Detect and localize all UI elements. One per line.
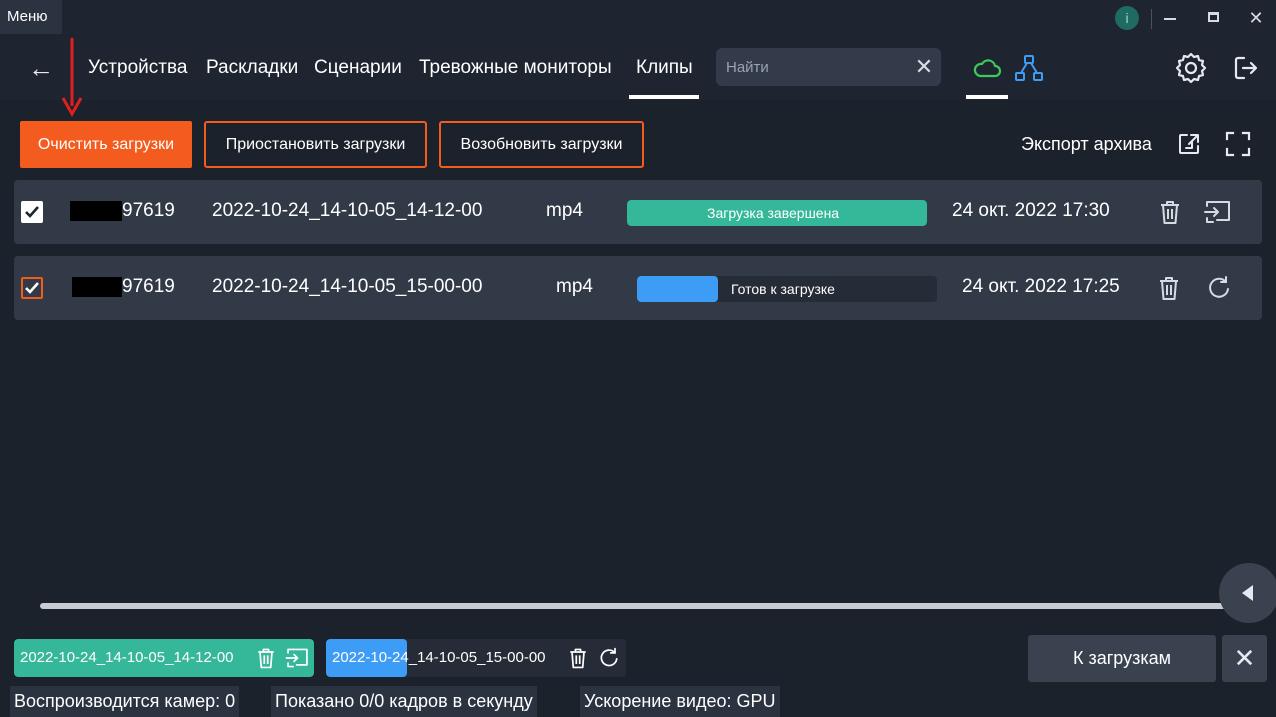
retry-icon[interactable]: [1206, 274, 1232, 302]
download-status: Готов к загрузке: [731, 281, 835, 297]
camera-id: 97619: [122, 200, 175, 221]
to-downloads-button[interactable]: К загрузкам: [1028, 635, 1216, 682]
retry-icon[interactable]: [597, 646, 621, 670]
network-icon[interactable]: [1014, 54, 1044, 82]
export-archive-button[interactable]: Экспорт архива: [1021, 132, 1171, 156]
search-box: [716, 48, 941, 86]
download-progress: Загрузка завершена: [627, 200, 927, 226]
progress-fill: [637, 276, 718, 302]
export-icon[interactable]: [1177, 132, 1201, 156]
trash-icon[interactable]: [566, 646, 590, 670]
status-fps: Показано 0/0 кадров в секунду: [271, 686, 537, 717]
chip-filename: 2022-10-24_14-10-05_15-00-00: [332, 649, 546, 666]
gear-icon[interactable]: [1174, 51, 1208, 85]
download-progress: Готов к загрузке: [637, 276, 937, 302]
tab-layouts[interactable]: Раскладки: [206, 56, 298, 80]
clip-format: mp4: [556, 276, 593, 297]
cloud-icon[interactable]: [972, 54, 1002, 82]
status-acceleration: Ускорение видео: GPU: [580, 686, 780, 717]
logout-icon[interactable]: [1232, 54, 1260, 82]
clip-filename: 2022-10-24_14-10-05_15-00-00: [212, 276, 483, 297]
check-icon: [25, 282, 39, 294]
minimize-icon[interactable]: [1164, 18, 1176, 20]
close-panel-icon[interactable]: ✕: [1222, 635, 1267, 682]
trash-icon[interactable]: [1156, 274, 1182, 302]
redacted-camera-name: [72, 277, 122, 297]
maximize-icon[interactable]: [1208, 12, 1219, 22]
check-icon: [25, 206, 39, 218]
download-status: Загрузка завершена: [707, 205, 840, 221]
clip-format: mp4: [546, 200, 583, 221]
chevron-left-icon: [1242, 585, 1253, 601]
annotation-arrow: [61, 38, 83, 118]
clip-date: 24 окт. 2022 17:25: [962, 276, 1120, 297]
status-cameras: Воспроизводится камер: 0: [10, 686, 240, 717]
chip-filename: 2022-10-24_14-10-05_14-12-00: [20, 649, 234, 666]
fullscreen-icon[interactable]: [1225, 131, 1251, 157]
download-chip[interactable]: 2022-10-24_14-10-05_14-12-00: [14, 639, 314, 677]
horizontal-scrollbar[interactable]: [40, 603, 1258, 609]
window-close-icon[interactable]: ✕: [1246, 8, 1266, 28]
row-checkbox[interactable]: [21, 277, 43, 299]
info-icon[interactable]: i: [1115, 6, 1139, 30]
redacted-camera-name: [70, 201, 122, 221]
clear-downloads-button[interactable]: Очистить загрузки: [20, 121, 192, 168]
pause-downloads-button[interactable]: Приостановить загрузки: [204, 121, 427, 168]
open-in-player-icon[interactable]: [284, 646, 311, 670]
trash-icon[interactable]: [1157, 198, 1183, 226]
open-in-player-icon[interactable]: [1203, 198, 1233, 226]
download-chip[interactable]: 2022-10-24_14-10-05_15-00-00: [326, 639, 626, 677]
search-input[interactable]: [726, 48, 906, 86]
camera-id: 97619: [122, 276, 175, 297]
clip-date: 24 окт. 2022 17:30: [952, 200, 1110, 221]
tab-scenarios[interactable]: Сценарии: [314, 56, 402, 80]
row-checkbox[interactable]: [21, 201, 43, 223]
back-arrow-icon[interactable]: ←: [28, 52, 54, 84]
resume-downloads-button[interactable]: Возобновить загрузки: [439, 121, 644, 168]
trash-icon[interactable]: [254, 646, 278, 670]
clear-search-icon[interactable]: ✕: [914, 55, 934, 79]
clip-filename: 2022-10-24_14-10-05_14-12-00: [212, 200, 483, 221]
cloud-active-indicator: [966, 95, 1008, 99]
tab-alarm-monitors[interactable]: Тревожные мониторы: [419, 56, 612, 80]
menu-button[interactable]: Меню: [0, 0, 62, 34]
tab-clips[interactable]: Клипы: [636, 56, 693, 80]
titlebar-divider: [1151, 9, 1152, 29]
active-tab-indicator: [629, 95, 699, 99]
title-bar: [0, 0, 1276, 36]
tab-devices[interactable]: Устройства: [88, 56, 187, 80]
